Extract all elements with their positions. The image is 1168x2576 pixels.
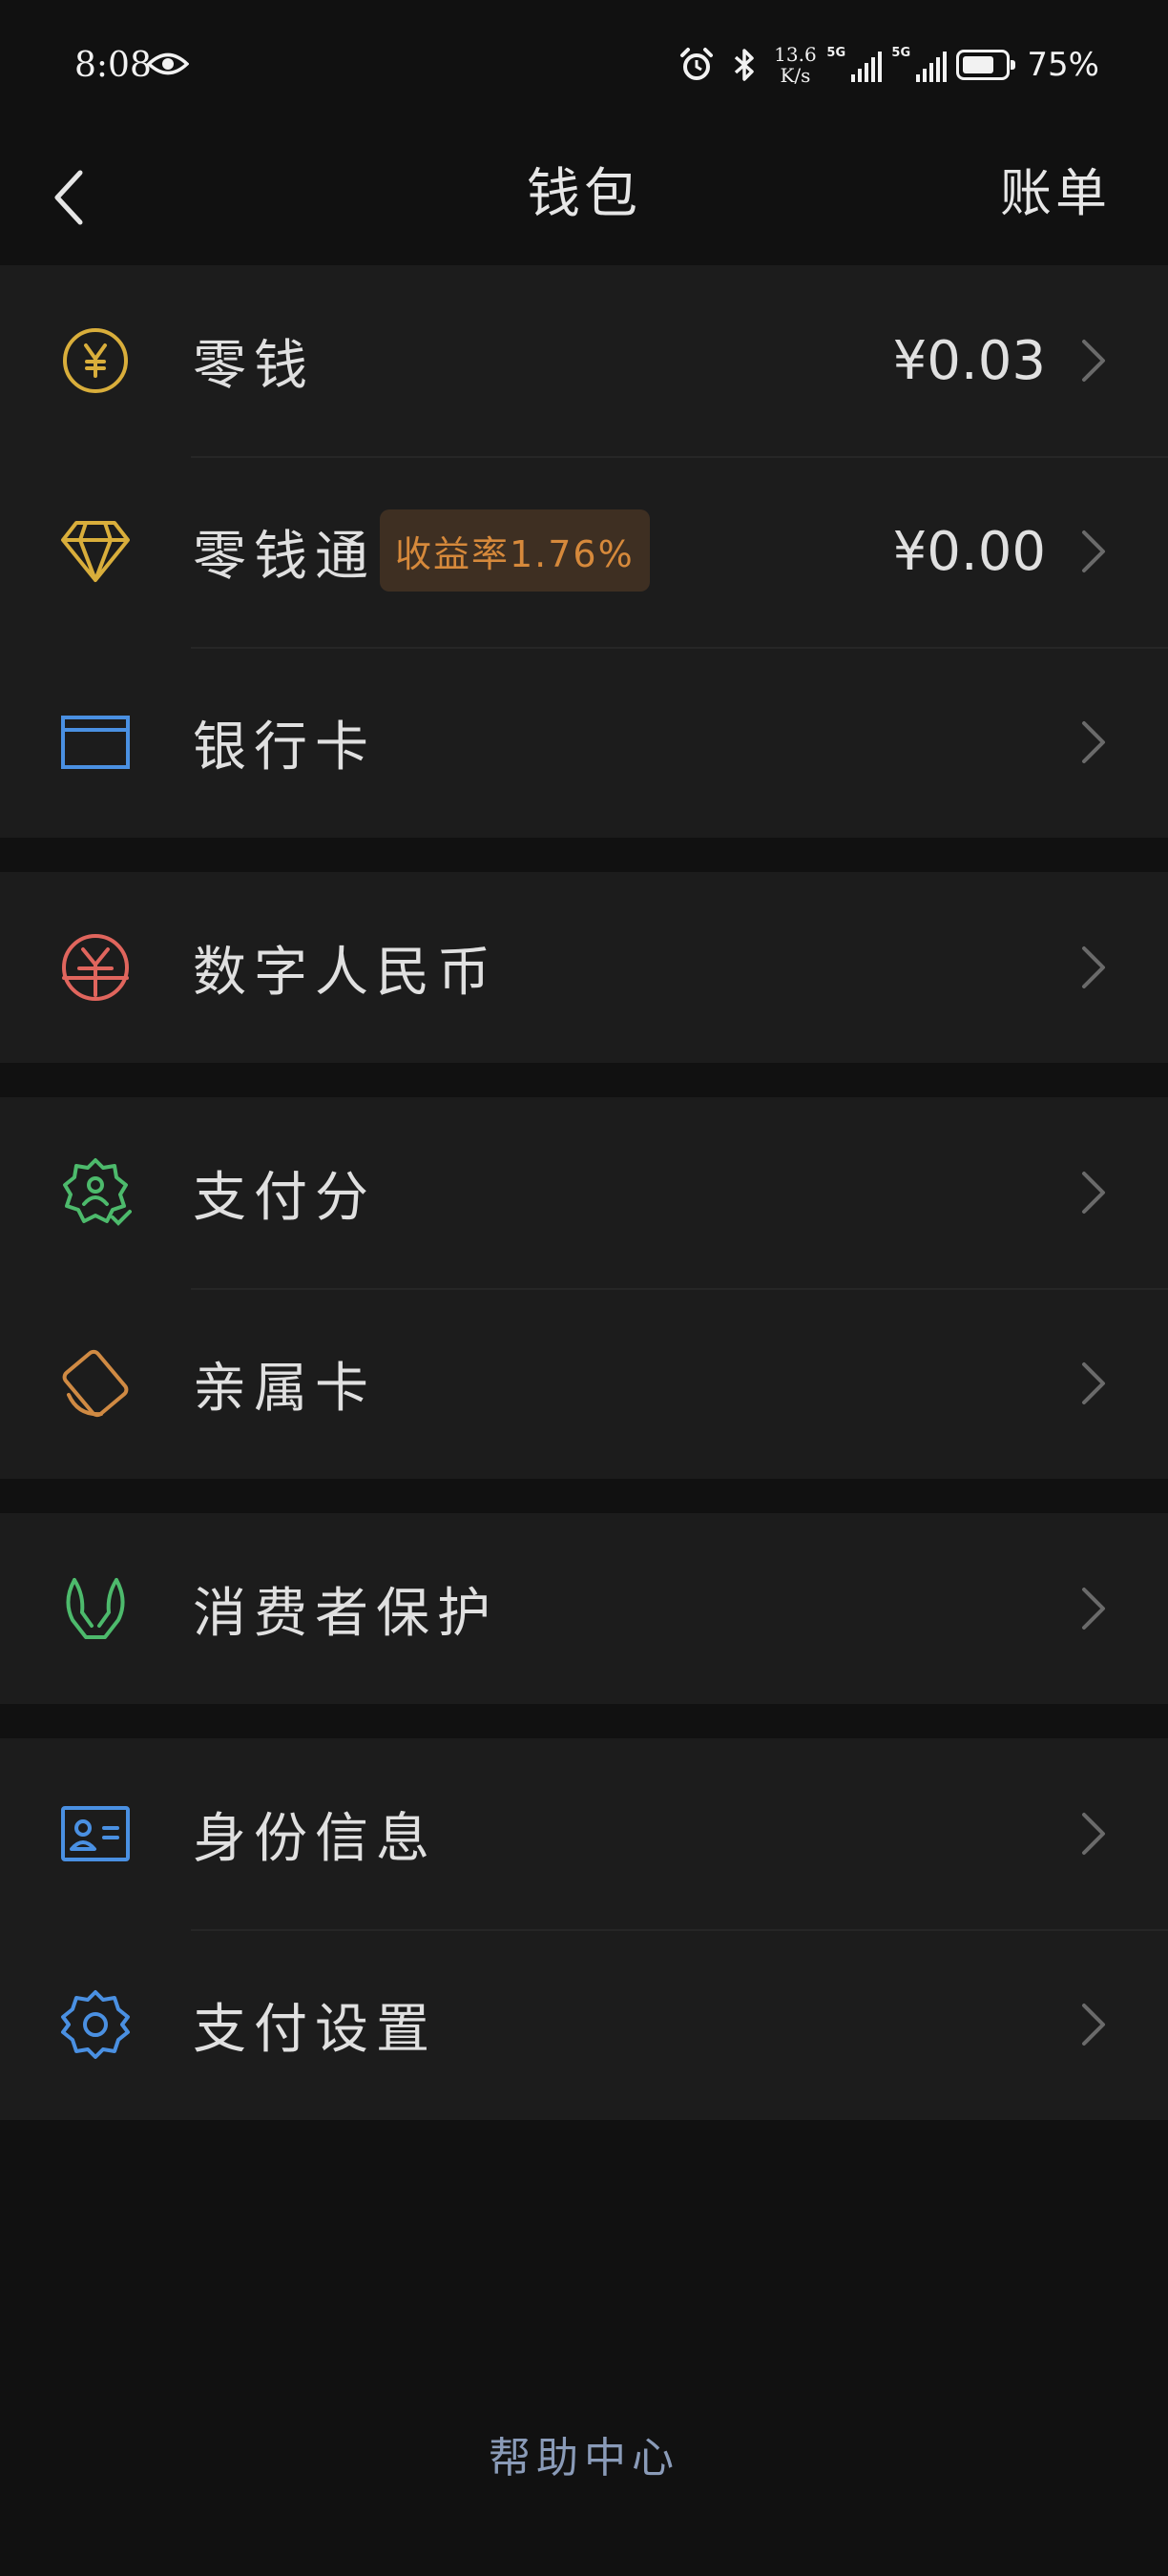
- menu-item-label: 身份信息: [193, 1807, 437, 1870]
- status-time: 8:08: [74, 46, 152, 85]
- digital-rmb-group: 数字人民币: [0, 872, 1168, 1063]
- yield-rate-badge: 收益率1.76%: [380, 509, 650, 592]
- network-speed: 13.6 K/s: [773, 44, 817, 86]
- signal-bars-icon: [851, 52, 883, 82]
- menu-item-label: 零钱通: [193, 525, 376, 588]
- menu-item-label: 数字人民币: [193, 941, 498, 1004]
- id-card-icon: [57, 1796, 134, 1872]
- battery-icon: [956, 50, 1016, 80]
- network-type-label: 5G: [891, 46, 911, 60]
- chevron-right-icon: [1082, 2004, 1105, 2046]
- diamond-icon: [57, 513, 134, 590]
- chevron-right-icon: [1082, 946, 1105, 988]
- eye-icon: [147, 52, 189, 75]
- chevron-right-icon: [1082, 1172, 1105, 1214]
- menu-item-label: 银行卡: [193, 716, 376, 779]
- menu-item-label: 亲属卡: [193, 1357, 376, 1420]
- balance-value: ¥0.03: [892, 329, 1046, 392]
- signal-bars-icon: [916, 52, 948, 82]
- bank-card-icon: [57, 704, 134, 780]
- menu-item-identity-info[interactable]: 身份信息: [0, 1738, 1168, 1929]
- menu-item-label: 零钱: [193, 334, 315, 397]
- chevron-right-icon: [1082, 1588, 1105, 1630]
- menu-item-label: 支付设置: [193, 1998, 437, 2061]
- menu-item-consumer-protection[interactable]: 消费者保护: [0, 1513, 1168, 1704]
- menu-item-digital-rmb[interactable]: 数字人民币: [0, 872, 1168, 1063]
- status-icons: 13.6 K/s 5G 5G 75%: [678, 42, 1099, 88]
- network-speed-unit: K/s: [780, 64, 811, 87]
- menu-item-label: 消费者保护: [193, 1582, 498, 1645]
- pay-score-badge-icon: [57, 1154, 134, 1231]
- protection-hands-icon: [57, 1570, 134, 1647]
- chevron-right-icon: [1082, 530, 1105, 572]
- bluetooth-icon: [735, 49, 755, 81]
- chevron-right-icon: [1082, 1813, 1105, 1855]
- battery-percent: 75%: [1027, 46, 1099, 84]
- menu-item-pay-score[interactable]: 支付分: [0, 1097, 1168, 1288]
- nav-header: 钱包 账单: [0, 134, 1168, 263]
- menu-item-change[interactable]: 零钱 ¥0.03: [0, 265, 1168, 456]
- network-speed-value: 13.6: [774, 43, 817, 66]
- alarm-icon: [680, 48, 714, 80]
- family-card-icon: [57, 1345, 134, 1422]
- yen-coin-icon: [57, 322, 134, 399]
- chevron-right-icon: [1082, 340, 1105, 382]
- settings-group: 身份信息 支付设置: [0, 1738, 1168, 2120]
- services-group: 支付分 亲属卡: [0, 1097, 1168, 1479]
- balance-value: ¥0.00: [892, 520, 1046, 583]
- gear-icon: [57, 1986, 134, 2063]
- wallet-balance-group: 零钱 ¥0.03 零钱通 收益率1.76% ¥0.00 银行卡: [0, 265, 1168, 838]
- menu-item-family-card[interactable]: 亲属卡: [0, 1288, 1168, 1479]
- menu-item-label: 支付分: [193, 1166, 376, 1229]
- network-type-label: 5G: [826, 46, 846, 60]
- digital-rmb-icon: [57, 929, 134, 1006]
- signal-strength-1: 5G: [826, 46, 883, 84]
- consumer-protection-group: 消费者保护: [0, 1513, 1168, 1704]
- help-center-link[interactable]: 帮助中心: [0, 2423, 1168, 2484]
- menu-item-bank-card[interactable]: 银行卡: [0, 647, 1168, 838]
- menu-item-change-plus[interactable]: 零钱通 收益率1.76% ¥0.00: [0, 456, 1168, 647]
- chevron-right-icon: [1082, 1362, 1105, 1404]
- battery-fill: [963, 56, 993, 73]
- status-bar: 8:08 13.6 K/s 5G 5G 75%: [0, 0, 1168, 134]
- menu-item-payment-settings[interactable]: 支付设置: [0, 1929, 1168, 2120]
- bill-button[interactable]: 账单: [1000, 151, 1111, 226]
- chevron-right-icon: [1082, 721, 1105, 763]
- signal-strength-2: 5G: [891, 46, 948, 84]
- page-title: 钱包: [527, 163, 641, 225]
